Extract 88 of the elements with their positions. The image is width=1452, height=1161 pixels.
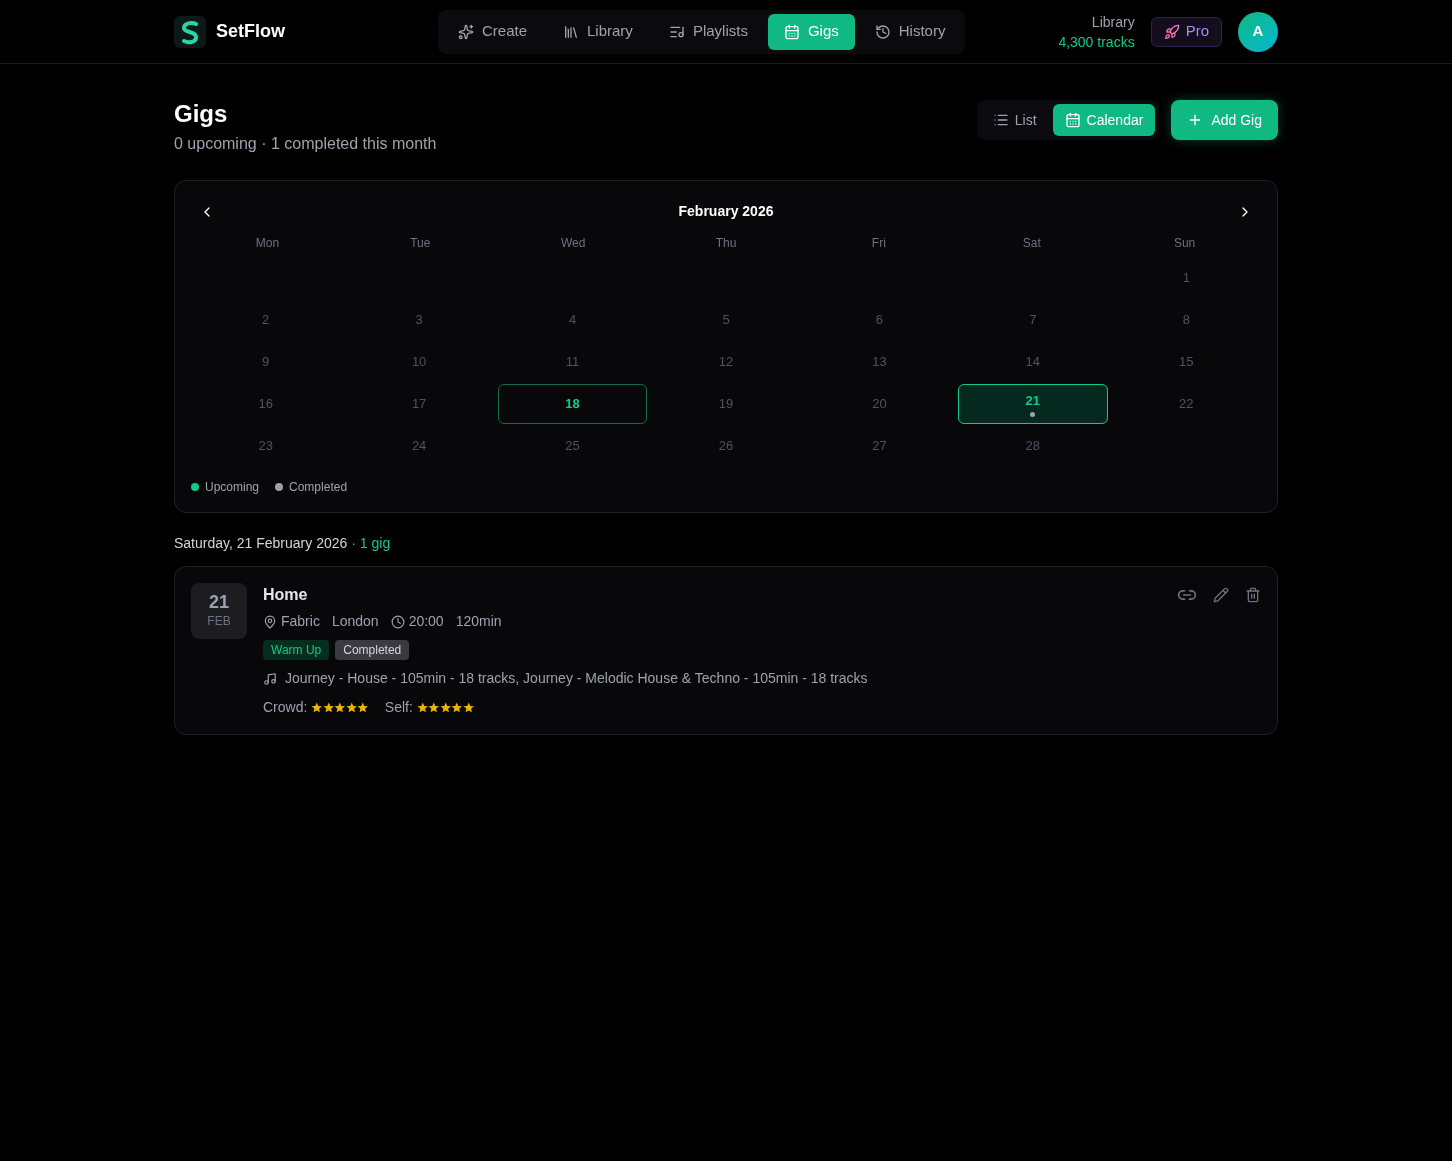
calendar-day[interactable]: 2 [191,300,341,340]
weekday-label: Sat [1021,235,1042,252]
calendar-day[interactable]: 13 [804,342,955,382]
calendar-day[interactable]: 28 [958,426,1108,466]
star-icon [311,701,323,714]
legend-label: Completed [289,479,348,496]
star-icon [334,701,346,714]
calendar-day[interactable]: 5 [651,300,801,340]
weekday-label: Tue [409,235,432,252]
calendar-day[interactable]: 21 [958,384,1108,424]
calendar-day[interactable]: 17 [344,384,494,424]
calendar-day[interactable]: 11 [497,342,648,382]
weekday-label: Wed [559,235,587,252]
clock-icon [390,614,405,629]
selected-date: Saturday, 21 February 2026 [174,534,348,553]
city-name: London [331,612,379,631]
rating-label: Crowd: [263,698,308,717]
weekday-label: Thu [714,235,738,252]
calendar-day[interactable]: 6 [804,300,955,340]
star-icon [322,701,335,714]
calendar-day[interactable]: 8 [1111,300,1261,340]
calendar-day[interactable]: 23 [191,426,341,466]
calendar-day[interactable]: 16 [191,384,341,424]
star-icon [357,701,369,714]
calendar-day[interactable]: 4 [497,300,648,340]
gig-tag: Warm Up [263,640,330,660]
calendar-day[interactable]: 7 [958,300,1108,340]
calendar-day[interactable]: 9 [191,342,341,382]
calendar-day[interactable]: 24 [344,426,494,466]
star-icon [428,701,440,714]
calendar-day[interactable]: 15 [1111,342,1261,382]
gig-time: 20:00 [408,612,444,631]
library-icon [563,23,579,40]
sparkles-icon [458,23,474,40]
rating-label: Self: [384,698,413,717]
star-icon [439,701,452,714]
nav-tab[interactable]: Library [547,13,649,50]
calendar-day[interactable]: 19 [651,384,801,424]
weekday-label: Mon [254,235,281,252]
calendar-day[interactable]: 3 [344,300,494,340]
venue-name: Fabric [281,612,320,631]
nav-tab[interactable]: Create [442,13,543,50]
legend-label: Upcoming [205,479,260,496]
history-icon [874,23,891,40]
gig-title: Home [263,585,308,605]
view-tab[interactable]: List [980,104,1049,136]
music-note-icon [263,671,277,686]
nav-tab[interactable]: Playlists [652,13,764,50]
pro-badge[interactable]: Pro [1150,16,1222,47]
gig-duration: 120min [455,612,502,631]
date-day: 21 [209,592,229,612]
star-icon [345,701,358,714]
calendar-day[interactable]: 14 [958,342,1108,382]
user-avatar[interactable]: A [1238,11,1278,52]
page-subtitle: 0 upcoming · 1 completed this month [174,134,437,154]
library-label: Library [1091,12,1135,32]
pin-icon [263,614,277,629]
calendar-day[interactable]: 18 [497,384,648,424]
star-icon [416,701,429,714]
star-icon [462,701,475,714]
gig-tag: Completed [335,640,410,660]
calendar-day[interactable]: 20 [804,384,955,424]
calendar-day[interactable]: 22 [1111,384,1261,424]
calendar-icon [1064,112,1081,128]
calendar-day[interactable]: 25 [497,426,648,466]
nav-tab[interactable]: History [858,13,962,50]
calendar-day[interactable]: 26 [651,426,801,466]
weekday-label: Fri [870,235,887,252]
star-icon [451,701,463,714]
month-title: February 2026 [678,202,774,221]
weekday-label: Sun [1172,235,1197,252]
list-icon [992,112,1009,128]
date-month: FEB [207,613,231,630]
calendar-day[interactable]: 27 [804,426,955,466]
logo-icon [174,15,206,48]
brand-name: SetFlow [216,20,285,43]
calendar-day[interactable]: 1 [1111,258,1261,298]
calendar-day[interactable]: 12 [651,342,801,382]
playlist-summary: Journey - House - 105min - 18 tracks, Journey - Melodic House & Techno - 105min - 18 tracks [285,669,868,688]
calendar-icon [783,23,800,40]
add-gig-button[interactable]: Add Gig [1171,100,1278,140]
rocket-icon [1163,23,1180,40]
page-title: Gigs [174,100,229,128]
gig-count: · 1 gig [351,534,391,553]
view-tab[interactable]: Calendar [1052,104,1156,136]
nav-tab[interactable]: Gigs [767,13,855,50]
calendar-day[interactable]: 10 [344,342,494,382]
track-count: 4,300 tracks [1058,32,1135,52]
